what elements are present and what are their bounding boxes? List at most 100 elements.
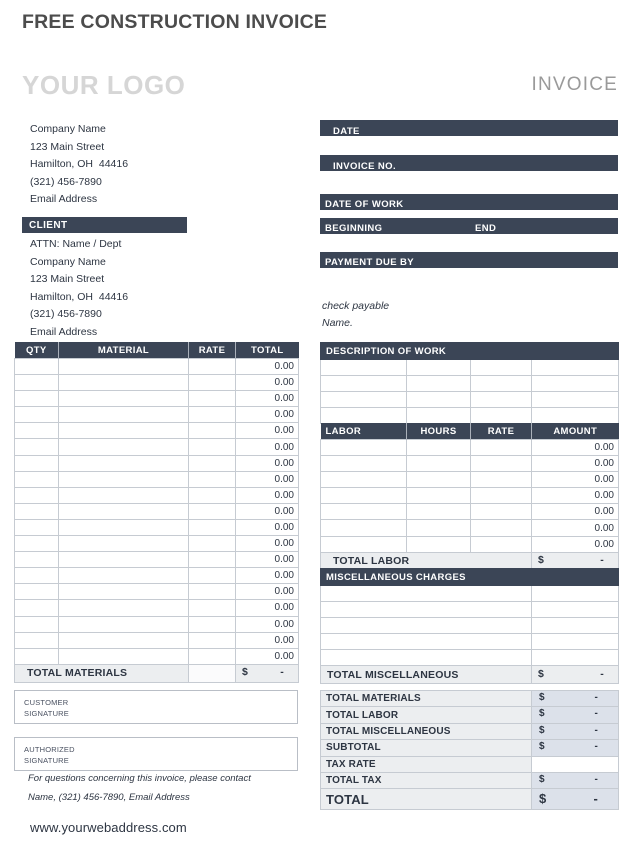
labor-amount-cell[interactable]: 0.00 (531, 438, 619, 457)
materials-rate-cell[interactable] (188, 357, 236, 376)
materials-qty-cell[interactable] (14, 631, 59, 649)
summary-value-total-miscellaneous[interactable]: $ - (531, 722, 619, 741)
materials-total-cell[interactable]: 0.00 (235, 599, 299, 617)
description-of-work-cell[interactable] (531, 407, 619, 425)
materials-qty-cell[interactable] (14, 390, 59, 408)
summary-value-total-materials[interactable]: $ - (531, 689, 619, 708)
materials-qty-cell[interactable] (14, 357, 59, 376)
description-of-work-cell[interactable] (470, 407, 532, 425)
materials-total-cell[interactable]: 0.00 (235, 647, 299, 665)
materials-rate-cell[interactable] (188, 615, 236, 633)
materials-qty-cell[interactable] (14, 647, 59, 665)
materials-total-cell[interactable]: 0.00 (235, 486, 299, 504)
labor-name-cell[interactable] (320, 471, 407, 489)
materials-material-cell[interactable] (58, 470, 189, 488)
materials-qty-cell[interactable] (14, 599, 59, 617)
materials-material-cell[interactable] (58, 422, 189, 440)
summary-value-tax-rate[interactable] (531, 755, 619, 773)
materials-total-cell[interactable]: 0.00 (235, 374, 299, 392)
labor-rate-cell[interactable] (470, 503, 532, 521)
materials-total-cell[interactable]: 0.00 (235, 583, 299, 601)
labor-hours-cell[interactable] (406, 455, 471, 473)
description-of-work-cell[interactable] (531, 358, 619, 377)
description-of-work-cell[interactable] (470, 391, 532, 409)
description-of-work-cell[interactable] (320, 391, 407, 409)
materials-material-cell[interactable] (58, 374, 189, 392)
labor-amount-cell[interactable]: 0.00 (531, 471, 619, 489)
misc-amount-cell[interactable] (531, 633, 619, 651)
misc-amount-cell[interactable] (531, 584, 619, 603)
materials-total-cell[interactable]: 0.00 (235, 518, 299, 537)
materials-qty-cell[interactable] (14, 535, 59, 553)
misc-description-cell[interactable] (320, 617, 532, 635)
materials-rate-cell[interactable] (188, 454, 236, 472)
materials-qty-cell[interactable] (14, 615, 59, 633)
materials-qty-cell[interactable] (14, 486, 59, 504)
labor-rate-cell[interactable] (470, 455, 532, 473)
description-of-work-cell[interactable] (320, 407, 407, 425)
materials-material-cell[interactable] (58, 486, 189, 504)
authorized-signature-box[interactable]: AUTHORIZED SIGNATURE (14, 737, 298, 771)
description-of-work-cell[interactable] (406, 407, 471, 425)
description-of-work-cell[interactable] (320, 375, 407, 393)
materials-total-cell[interactable]: 0.00 (235, 454, 299, 472)
misc-description-cell[interactable] (320, 601, 532, 619)
misc-description-cell[interactable] (320, 649, 532, 667)
labor-amount-cell[interactable]: 0.00 (531, 455, 619, 473)
labor-hours-cell[interactable] (406, 535, 471, 553)
materials-rate-cell[interactable] (188, 551, 236, 569)
customer-signature-box[interactable]: CUSTOMER SIGNATURE (14, 690, 298, 724)
materials-total-cell[interactable]: 0.00 (235, 438, 299, 456)
materials-material-cell[interactable] (58, 502, 189, 520)
summary-value-total[interactable]: $ - (531, 788, 619, 811)
labor-hours-cell[interactable] (406, 487, 471, 505)
materials-qty-cell[interactable] (14, 551, 59, 569)
materials-material-cell[interactable] (58, 390, 189, 408)
labor-rate-cell[interactable] (470, 487, 532, 505)
materials-material-cell[interactable] (58, 615, 189, 633)
description-of-work-cell[interactable] (406, 358, 471, 377)
materials-material-cell[interactable] (58, 599, 189, 617)
date-of-work-range-bar[interactable]: BEGINNING END (320, 218, 618, 234)
materials-material-cell[interactable] (58, 454, 189, 472)
materials-qty-cell[interactable] (14, 406, 59, 424)
materials-rate-cell[interactable] (188, 535, 236, 553)
misc-description-cell[interactable] (320, 633, 532, 651)
labor-hours-cell[interactable] (406, 438, 471, 457)
labor-amount-cell[interactable]: 0.00 (531, 503, 619, 521)
materials-qty-cell[interactable] (14, 518, 59, 537)
labor-hours-cell[interactable] (406, 519, 471, 537)
materials-material-cell[interactable] (58, 647, 189, 665)
materials-total-cell[interactable]: 0.00 (235, 551, 299, 569)
labor-rate-cell[interactable] (470, 519, 532, 537)
summary-value-subtotal[interactable]: $ - (531, 739, 619, 757)
misc-description-cell[interactable] (320, 584, 532, 603)
materials-rate-cell[interactable] (188, 647, 236, 665)
materials-total-cell[interactable]: 0.00 (235, 502, 299, 520)
materials-material-cell[interactable] (58, 518, 189, 537)
materials-material-cell[interactable] (58, 406, 189, 424)
materials-total-cell[interactable]: 0.00 (235, 631, 299, 649)
materials-material-cell[interactable] (58, 551, 189, 569)
materials-material-cell[interactable] (58, 357, 189, 376)
misc-amount-cell[interactable] (531, 601, 619, 619)
web-address[interactable]: www.yourwebaddress.com (30, 820, 187, 835)
description-of-work-cell[interactable] (320, 358, 407, 377)
materials-material-cell[interactable] (58, 583, 189, 601)
materials-rate-cell[interactable] (188, 583, 236, 601)
materials-qty-cell[interactable] (14, 567, 59, 585)
materials-total-cell[interactable]: 0.00 (235, 422, 299, 440)
labor-amount-cell[interactable]: 0.00 (531, 487, 619, 505)
labor-rate-cell[interactable] (470, 438, 532, 457)
labor-rate-cell[interactable] (470, 471, 532, 489)
materials-material-cell[interactable] (58, 438, 189, 456)
materials-qty-cell[interactable] (14, 470, 59, 488)
materials-rate-cell[interactable] (188, 406, 236, 424)
materials-rate-cell[interactable] (188, 422, 236, 440)
summary-value-total-tax[interactable]: $ - (531, 771, 619, 790)
description-of-work-cell[interactable] (470, 358, 532, 377)
labor-name-cell[interactable] (320, 438, 407, 457)
materials-rate-cell[interactable] (188, 567, 236, 585)
labor-name-cell[interactable] (320, 535, 407, 553)
materials-rate-cell[interactable] (188, 470, 236, 488)
